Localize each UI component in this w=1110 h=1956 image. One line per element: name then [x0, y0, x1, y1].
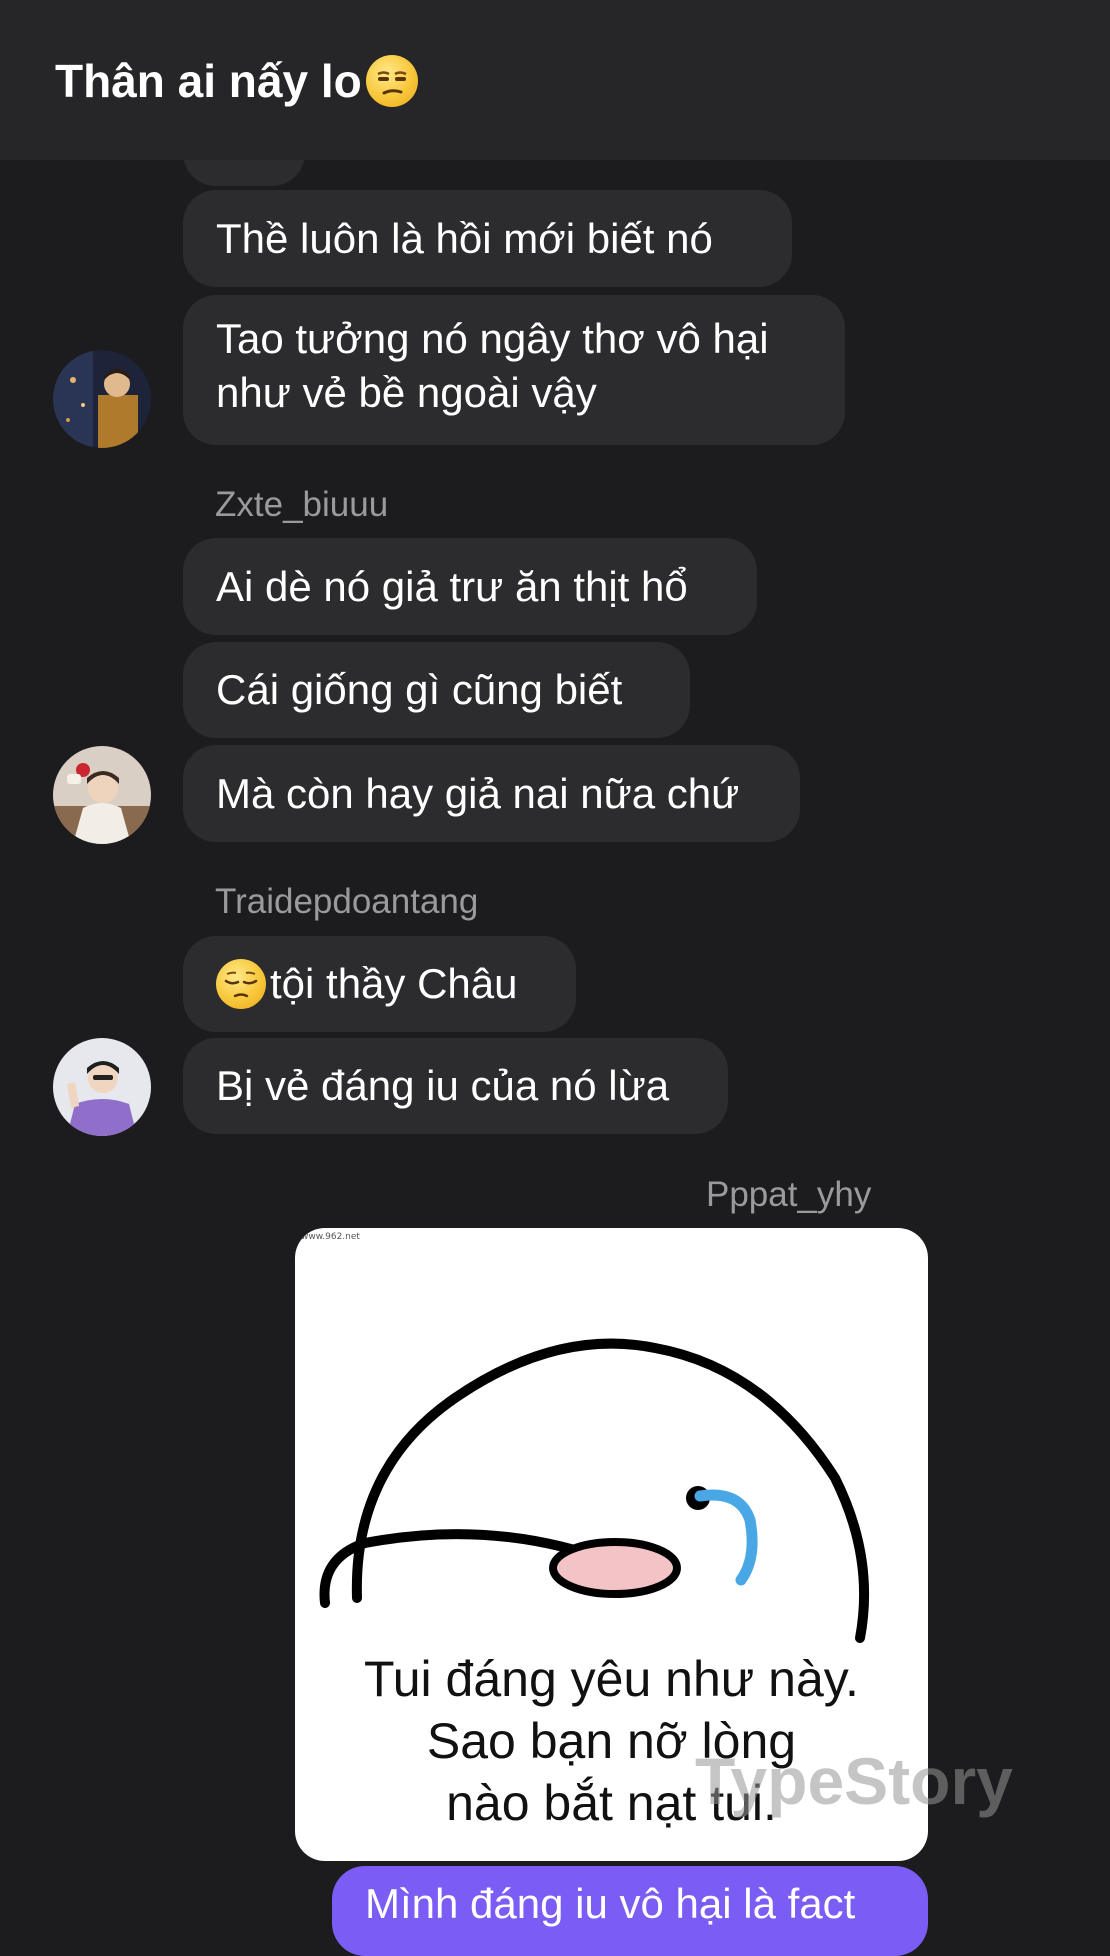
chat-title-text: Thân ai nấy lo	[55, 55, 362, 107]
typestory-watermark: TypeStory	[695, 1744, 1013, 1818]
sticker-caption-line: Tui đáng yêu như này.	[364, 1651, 859, 1707]
avatar[interactable]	[53, 746, 151, 844]
chat-title[interactable]: Thân ai nấy lo	[55, 52, 418, 110]
message-line: như vẻ bề ngoài vậy	[216, 369, 597, 416]
avatar[interactable]	[53, 1038, 151, 1136]
message-bubble[interactable]: tội thầy Châu	[183, 936, 576, 1032]
message-bubble[interactable]: Cái giống gì cũng biết	[183, 642, 690, 738]
message-text: Tao tưởng nó ngây thơ vô hại như vẻ bề n…	[216, 312, 769, 420]
message-bubble[interactable]: Tao tưởng nó ngây thơ vô hại như vẻ bề n…	[183, 295, 845, 445]
sender-name: Pppat_yhy	[706, 1175, 872, 1214]
message-text: Mà còn hay giả nai nữa chứ	[216, 769, 740, 817]
message-text: Ai dè nó giả trư ăn thịt hổ	[216, 562, 688, 610]
message-text: Thề luôn là hồi mới biết nó	[216, 214, 713, 262]
message-bubble[interactable]: Ai dè nó giả trư ăn thịt hổ	[183, 538, 757, 635]
outgoing-message-bubble[interactable]: Mình đáng iu vô hại là fact	[332, 1866, 928, 1956]
chat-header: Thân ai nấy lo	[0, 0, 1110, 160]
pensive-face-icon	[216, 959, 266, 1009]
message-text: Bị vẻ đáng iu của nó lừa	[216, 1062, 670, 1109]
message-bubble[interactable]: Thề luôn là hồi mới biết nó	[183, 190, 792, 287]
message-line: Tao tưởng nó ngây thơ vô hại	[216, 315, 769, 362]
avatar[interactable]	[53, 350, 151, 448]
message-text: Cái giống gì cũng biết	[216, 666, 623, 713]
message-text: tội thầy Châu	[270, 960, 518, 1007]
sender-name: Zxte_biuuu	[215, 485, 389, 524]
message-bubble[interactable]: Bị vẻ đáng iu của nó lừa	[183, 1038, 728, 1134]
sender-name: Traidepdoantang	[215, 882, 479, 921]
unamused-face-icon	[365, 55, 418, 107]
message-bubble[interactable]: Mà còn hay giả nai nữa chứ	[183, 745, 800, 842]
